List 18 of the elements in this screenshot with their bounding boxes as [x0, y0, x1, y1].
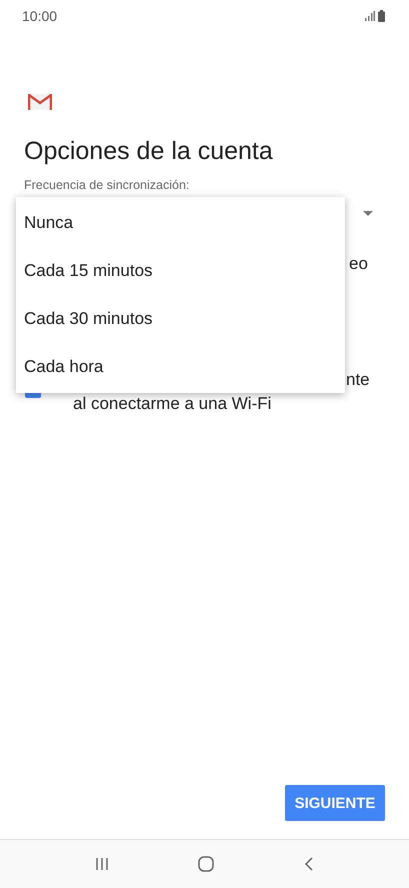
status-time: 10:00 — [22, 8, 58, 24]
next-button[interactable]: SIGUIENTE — [285, 785, 385, 821]
home-icon[interactable] — [198, 856, 214, 872]
option-text: al conectarme a una Wi-Fi — [73, 393, 272, 415]
option-text: eo — [349, 254, 368, 274]
recent-apps-icon[interactable] — [94, 857, 109, 871]
mail-logo-icon — [28, 94, 52, 110]
battery-icon — [378, 10, 385, 22]
dropdown-arrow-icon — [363, 210, 373, 216]
page-title: Opciones de la cuenta — [24, 137, 274, 166]
menu-item[interactable]: Cada 15 minutos — [16, 247, 345, 295]
menu-item[interactable]: Nunca — [16, 199, 345, 247]
field-label: Frecuencia de sincronización: — [24, 178, 190, 192]
back-icon[interactable] — [304, 857, 314, 871]
menu-item[interactable]: Cada hora — [16, 343, 345, 391]
option-text: nte — [346, 369, 370, 391]
menu-item[interactable]: Cada 30 minutos — [16, 295, 345, 343]
signal-icon — [365, 11, 375, 21]
